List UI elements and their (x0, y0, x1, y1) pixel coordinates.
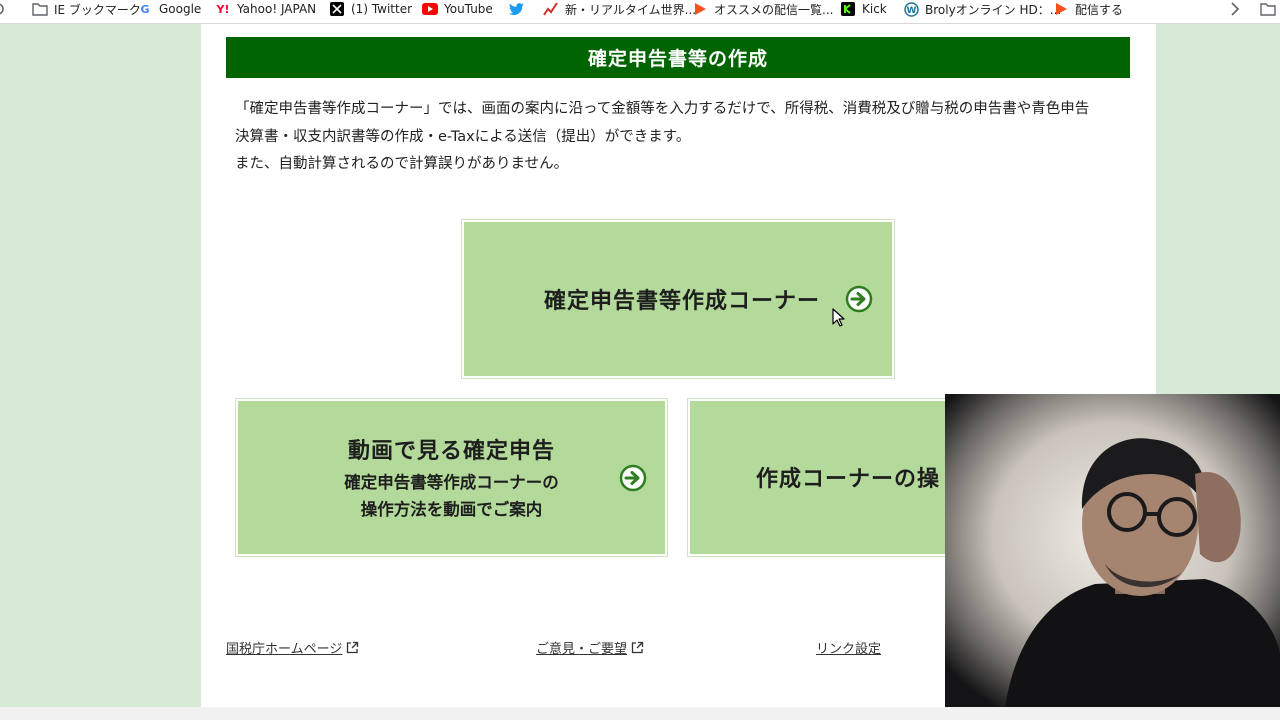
page-title: 確定申告書等の作成 (226, 37, 1130, 78)
bookmark-label: Brolyオンライン HD：... (925, 2, 1062, 17)
card-content: 動画で見る確定申告 確定申告書等作成コーナーの 操作方法を動画でご案内 (344, 433, 559, 523)
bookmark-label: Google (159, 2, 202, 16)
bookmark-twitter-bird[interactable] (508, 0, 530, 18)
create-return-corner-button[interactable]: 確定申告書等作成コーナー (462, 220, 894, 378)
bookmark-youtube[interactable]: YouTube (422, 0, 493, 18)
link-settings-link[interactable]: リンク設定 (816, 638, 881, 657)
bookmark-label: YouTube (444, 2, 493, 16)
bookmark-label: Kick (862, 2, 887, 16)
card-subtitle: 確定申告書等作成コーナーの (344, 472, 559, 492)
bookmarks-bar: IE ブックマーク G Google Y! Yahoo! JAPAN (1) T… (0, 0, 1280, 24)
card-title: 確定申告書等作成コーナー (543, 289, 820, 314)
bookmark-streams[interactable]: オススメの配信一覧... (692, 0, 833, 18)
arrow-right-circle-icon (619, 464, 647, 492)
card-title: 作成コーナーの操 (756, 467, 941, 492)
folder-icon[interactable] (1260, 0, 1276, 18)
bottom-strip (0, 707, 1280, 720)
twitter-bird-icon (508, 1, 524, 17)
feedback-link[interactable]: ご意見・ご要望 (536, 638, 644, 657)
intro-line: 「確定申告書等作成コーナー」では、画面の案内に沿って金額等を入力するだけで、所得… (235, 101, 1090, 117)
stream-icon (1053, 1, 1069, 17)
bookmark-broadcast[interactable]: 配信する (1053, 0, 1123, 18)
stream-icon (692, 1, 708, 17)
wordpress-icon: W (903, 1, 919, 17)
bookmark-label: 配信する (1075, 2, 1124, 17)
arrow-right-circle-icon (845, 285, 873, 313)
youtube-icon (422, 1, 438, 17)
intro-line: また、自動計算されるので計算誤りがありません。 (235, 156, 569, 172)
yahoo-icon: Y! (216, 2, 230, 16)
kick-icon (840, 1, 856, 17)
google-icon: G (140, 2, 150, 16)
folder-icon (32, 1, 48, 17)
bookmark-kick[interactable]: Kick (840, 0, 887, 18)
external-link-icon (631, 641, 644, 654)
video-guide-button[interactable]: 動画で見る確定申告 確定申告書等作成コーナーの 操作方法を動画でご案内 (236, 399, 667, 556)
bookmark-label: (1) Twitter (351, 2, 413, 16)
link-label: 国税庁ホームページ (226, 642, 343, 657)
bookmark-label: 新・リアルタイム世界... (565, 2, 697, 17)
bookmark-label: Yahoo! JAPAN (237, 2, 317, 16)
partial-icon (0, 0, 6, 18)
bookmark-twitter[interactable]: (1) Twitter (329, 0, 412, 18)
link-label: ご意見・ご要望 (536, 642, 628, 657)
bookmark-broly[interactable]: W Brolyオンライン HD：... (903, 0, 1061, 18)
card-subtitle: 操作方法を動画でご案内 (360, 499, 543, 519)
nta-homepage-link[interactable]: 国税庁ホームページ (226, 638, 359, 657)
external-link-icon (347, 641, 359, 654)
webcam-overlay (945, 394, 1280, 707)
link-label: リンク設定 (816, 642, 882, 657)
bookmark-label: オススメの配信一覧... (714, 2, 834, 17)
intro-line: 決算書・収支内訳書等の作成・e-Taxによる送信（提出）ができます。 (235, 128, 691, 145)
webcam-image (945, 394, 1280, 707)
intro-text: 「確定申告書等作成コーナー」では、画面の案内に沿って金額等を入力するだけで、所得… (235, 96, 1135, 179)
card-title: 動画で見る確定申告 (347, 438, 555, 464)
bookmark-realtime[interactable]: 新・リアルタイム世界... (543, 0, 696, 18)
bookmark-yahoo[interactable]: Y! Yahoo! JAPAN (215, 0, 317, 18)
bookmark-ie-bookmarks[interactable]: IE ブックマーク (32, 0, 141, 18)
mouse-cursor-icon (832, 308, 845, 327)
x-icon (329, 1, 345, 17)
bookmark-label: IE ブックマーク (54, 2, 141, 17)
bookmark-google[interactable]: G Google (137, 0, 201, 18)
chevron-right-icon[interactable] (1230, 0, 1240, 18)
svg-text:W: W (906, 6, 916, 16)
chart-icon (543, 1, 559, 17)
